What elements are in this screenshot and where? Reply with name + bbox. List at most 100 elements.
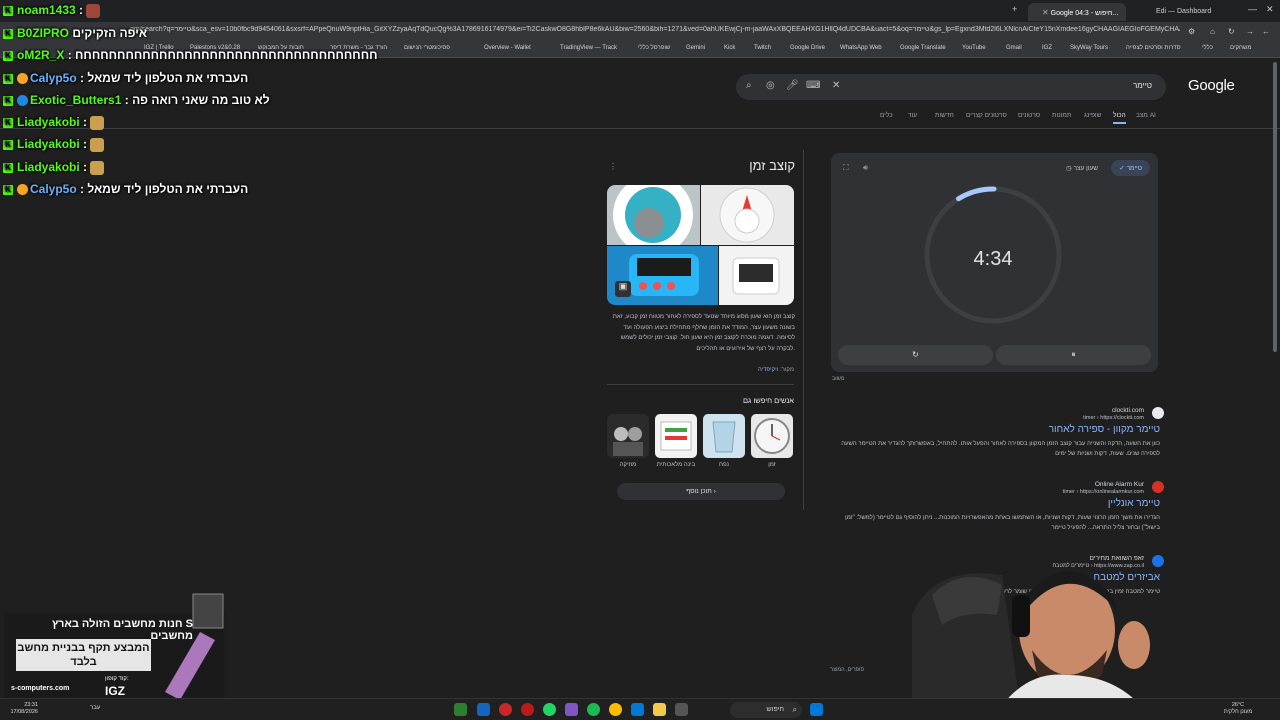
close-icon[interactable]: ✕: [1042, 8, 1049, 17]
source-link[interactable]: ויקיפדיה: [758, 367, 778, 373]
tab-tools[interactable]: כלים: [880, 112, 893, 119]
result-site[interactable]: Online Alarm Kur: [838, 481, 1144, 488]
bookmark[interactable]: Google Drive: [790, 45, 825, 51]
tab-ai-mode[interactable]: מצב AI: [1136, 112, 1156, 119]
tab-videos[interactable]: סרטונים: [1018, 112, 1040, 119]
app-icon[interactable]: [521, 703, 534, 716]
bookmark[interactable]: TradingView — Track: [560, 45, 617, 51]
chat-username[interactable]: noam1433: [17, 3, 76, 17]
result-title[interactable]: טיימר מקוון - ספירה לאחור: [838, 424, 1160, 435]
bookmark[interactable]: WhatsApp Web: [840, 45, 882, 51]
tab-images[interactable]: תמונות: [1052, 112, 1071, 119]
whatsapp-icon[interactable]: [543, 703, 556, 716]
bookmark[interactable]: סדרות וסרטים לצפייה: [1126, 45, 1181, 51]
steam-icon[interactable]: [477, 703, 490, 716]
pause-button[interactable]: ⏸: [996, 345, 1151, 365]
app-icon[interactable]: [565, 703, 578, 716]
language-indicator[interactable]: עבר: [90, 705, 100, 711]
feedback-link[interactable]: משוב: [832, 376, 844, 382]
settings-icon[interactable]: ⚙: [1188, 27, 1195, 36]
address-bar[interactable]: om/search?q=טיימר&sca_esv=10b0fbc9d94540…: [0, 22, 1280, 42]
lens-icon[interactable]: ◎: [766, 80, 775, 91]
volume-icon[interactable]: 🔊︎: [863, 163, 868, 173]
bookmark[interactable]: Overview - Wallet: [484, 45, 531, 51]
search-input[interactable]: טיימר ✕ ⌨ 🎤︎ ◎ ⌕: [736, 74, 1166, 100]
search-icon[interactable]: ⌕: [746, 80, 752, 91]
related-label[interactable]: בינה מלאכותית: [655, 462, 697, 468]
chat-username[interactable]: Exotic_Butters1: [30, 93, 121, 107]
bookmark[interactable]: כללי: [1202, 45, 1213, 51]
bookmark[interactable]: Google Translate: [900, 45, 946, 51]
tab-dashboard[interactable]: Edi — Dashboard: [1148, 3, 1219, 21]
related-item-time[interactable]: [751, 414, 793, 458]
scrollbar[interactable]: [1273, 62, 1277, 352]
reset-button[interactable]: ↻: [838, 345, 993, 365]
taskbar-clock[interactable]: 23:31 17/08/2026: [4, 702, 38, 716]
tab-shopping[interactable]: שופינג: [1084, 112, 1101, 119]
related-label[interactable]: זמן: [751, 462, 793, 468]
folder-icon[interactable]: [653, 703, 666, 716]
chat-username[interactable]: Calyp5o: [30, 71, 77, 85]
bookmark[interactable]: Kick: [724, 45, 735, 51]
timer-image-kitchen[interactable]: [701, 185, 794, 245]
chat-username[interactable]: Liadyakobi: [17, 115, 80, 129]
bookmark[interactable]: Twitch: [754, 45, 771, 51]
bookmark[interactable]: Gmail: [1006, 45, 1022, 51]
app-icon[interactable]: [454, 703, 467, 716]
image-search-icon[interactable]: ▣: [615, 281, 631, 297]
keyboard-icon[interactable]: ⌨: [806, 80, 820, 91]
app-icon[interactable]: [675, 703, 688, 716]
bookmark[interactable]: שופרסל כללי: [638, 45, 670, 51]
more-options-icon[interactable]: ⋮: [609, 162, 617, 171]
tab-google-search[interactable]: ✕ Google חיפוש - 04:3...: [1028, 3, 1127, 21]
search-query[interactable]: טיימר: [1133, 81, 1152, 90]
tab-short-videos[interactable]: סרטונים קצרים: [966, 112, 1007, 119]
refresh-icon[interactable]: ↻: [1228, 27, 1235, 36]
result-site[interactable]: clockti.com: [838, 407, 1144, 414]
home-icon[interactable]: ⌂: [1210, 27, 1215, 36]
bookmark[interactable]: IGZ: [1042, 45, 1052, 51]
close-window-icon[interactable]: ✕: [1266, 4, 1274, 15]
tab-more[interactable]: עוד: [908, 112, 917, 119]
timer-tab[interactable]: ✓ טיימר: [1111, 160, 1150, 176]
taskbar-search[interactable]: חיפוש ⌕: [730, 702, 802, 718]
bookmark[interactable]: משחקים: [1230, 45, 1251, 51]
stopwatch-tab[interactable]: ◷ שעון עצר: [1066, 164, 1098, 172]
chat-username[interactable]: Liadyakobi: [17, 137, 80, 151]
google-logo[interactable]: Google: [1188, 77, 1235, 94]
tab-all[interactable]: הכול: [1113, 112, 1126, 124]
timer-image-dial[interactable]: [607, 185, 700, 245]
taskbar-weather[interactable]: 26°C מעונן חלקית: [1218, 702, 1258, 716]
app-icon[interactable]: [631, 703, 644, 716]
minimize-icon[interactable]: —: [1248, 4, 1257, 14]
bookmark[interactable]: Gemini: [686, 45, 705, 51]
new-tab-icon[interactable]: +: [1012, 4, 1017, 14]
app-icon[interactable]: [499, 703, 512, 716]
back-icon[interactable]: ←: [1262, 27, 1270, 36]
url-text[interactable]: om/search?q=טיימר&sca_esv=10b0fbc9d94540…: [130, 26, 1180, 33]
result-url[interactable]: timer › https://onlinealarmkur.com: [838, 489, 1144, 495]
bookmark[interactable]: YouTube: [962, 45, 986, 51]
timer-image-digital-white[interactable]: [719, 246, 794, 305]
related-label[interactable]: מוזיקה: [607, 462, 649, 468]
chat-username[interactable]: B0ZIPRO: [17, 26, 69, 40]
timer-image-digital-blue[interactable]: ▣: [607, 246, 718, 305]
chrome-icon[interactable]: [609, 703, 622, 716]
clear-icon[interactable]: ✕: [832, 80, 840, 91]
bookmark[interactable]: SkyWay Tours: [1070, 45, 1108, 51]
chat-username[interactable]: Calyp5o: [30, 182, 77, 196]
related-item-ai[interactable]: [655, 414, 697, 458]
related-label[interactable]: נפח: [703, 462, 745, 468]
related-item-volume[interactable]: [703, 414, 745, 458]
tab-news[interactable]: חדשות: [935, 112, 954, 119]
microphone-icon[interactable]: 🎤︎: [786, 80, 799, 91]
windows-start-icon[interactable]: [810, 703, 823, 716]
more-content-button[interactable]: תוכן נוסף ›: [617, 483, 785, 500]
bookmark[interactable]: פסיכומטרי הנישום: [404, 45, 450, 51]
spotify-icon[interactable]: [587, 703, 600, 716]
result-title[interactable]: טיימר אונליין: [838, 498, 1160, 509]
chat-username[interactable]: Liadyakobi: [17, 160, 80, 174]
timer-time[interactable]: 4:34: [922, 248, 1064, 271]
result-url[interactable]: timer › https://clockti.com: [838, 415, 1144, 421]
forward-icon[interactable]: →: [1246, 27, 1254, 36]
